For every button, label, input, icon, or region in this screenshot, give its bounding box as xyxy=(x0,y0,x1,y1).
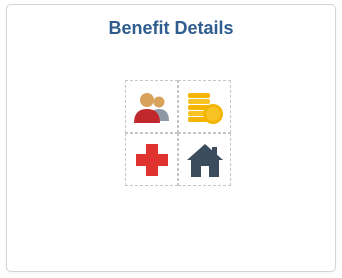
grid-cell-house xyxy=(178,133,231,186)
grid-cell-people xyxy=(125,80,178,133)
benefit-details-tile[interactable]: Benefit Details xyxy=(6,4,336,272)
people-icon xyxy=(133,92,169,123)
grid-cell-coins xyxy=(178,80,231,133)
coins-icon xyxy=(187,92,223,124)
house-icon xyxy=(186,143,223,177)
grid-cell-medical xyxy=(125,133,178,186)
tile-title: Benefit Details xyxy=(108,18,234,38)
medical-cross-icon xyxy=(135,143,168,176)
benefit-icon-grid xyxy=(125,80,231,186)
